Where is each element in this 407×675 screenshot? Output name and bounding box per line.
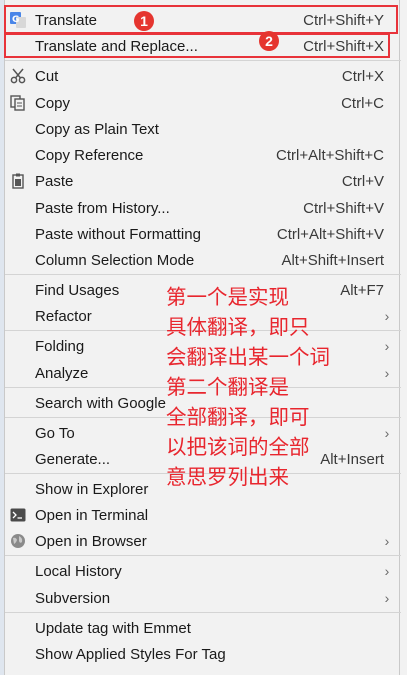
menu-item-show-applied-styles-for-tag[interactable]: Show Applied Styles For Tag (5, 641, 401, 667)
annotation-line: 意思罗列出来 (166, 465, 289, 489)
menu-item-label: Column Selection Mode (35, 251, 195, 269)
annotation-line: 会翻译出某一个词 (166, 345, 330, 369)
menu-item-label: Go To (35, 424, 75, 442)
menu-item-label: Cut (35, 67, 59, 85)
menu-item-copy-as-plain-text[interactable]: Copy as Plain Text (5, 116, 401, 142)
menu-item-cut[interactable]: Cut Ctrl+X (5, 63, 401, 89)
menu-item-paste[interactable]: Paste Ctrl+V (5, 168, 401, 194)
menu-item-label: Paste from History... (35, 199, 170, 217)
terminal-icon (10, 507, 26, 523)
highlight-box-translate-and-replace (4, 33, 390, 58)
chevron-right-icon: › (384, 533, 390, 549)
annotation-line: 全部翻译，即可 (166, 405, 310, 429)
chevron-right-icon: › (384, 425, 390, 441)
menu-item-label: Find Usages (35, 281, 120, 299)
menu-item-label: Analyze (35, 364, 89, 382)
clipboard-icon (10, 173, 26, 189)
menu-item-label: Copy Reference (35, 146, 144, 164)
menu-item-label: Open in Browser (35, 532, 147, 550)
menu-item-column-selection-mode[interactable]: Column Selection Mode Alt+Shift+Insert (5, 247, 401, 273)
menu-item-open-in-browser[interactable]: Open in Browser › (5, 528, 401, 554)
annotation-line: 第二个翻译是 (166, 375, 289, 399)
menu-item-label: Local History (35, 562, 122, 580)
menu-item-label: Paste without Formatting (35, 225, 201, 243)
menu-item-paste-without-formatting[interactable]: Paste without Formatting Ctrl+Alt+Shift+… (5, 221, 401, 247)
menu-item-label: Folding (35, 337, 85, 355)
menu-item-shortcut: Ctrl+Alt+Shift+V (276, 225, 384, 243)
menu-item-label: Show in Explorer (35, 480, 149, 498)
highlight-box-translate (4, 5, 398, 34)
menu-item-label: Copy (35, 94, 71, 112)
menu-separator (5, 612, 401, 613)
menu-item-label: Refactor (35, 307, 92, 325)
menu-item-label: Update tag with Emmet (35, 619, 191, 637)
annotation-line: 具体翻译，即只 (166, 315, 310, 339)
menu-item-update-tag-with-emmet[interactable]: Update tag with Emmet (5, 615, 401, 641)
menu-item-subversion[interactable]: Subversion › (5, 585, 401, 611)
menu-item-label: Subversion (35, 589, 111, 607)
menu-item-label: Search with Google (35, 394, 166, 412)
scissors-icon (10, 68, 26, 84)
menu-item-shortcut: Ctrl+Alt+Shift+C (276, 146, 384, 164)
copy-icon (10, 95, 26, 111)
menu-item-shortcut: Alt+Shift+Insert (281, 251, 384, 269)
menu-item-label: Generate... (35, 450, 111, 468)
menu-item-shortcut: Ctrl+Shift+V (303, 199, 384, 217)
chevron-right-icon: › (384, 338, 390, 354)
menu-item-shortcut: Ctrl+X (341, 67, 384, 85)
menu-item-open-in-terminal[interactable]: Open in Terminal (5, 502, 401, 528)
menu-item-shortcut: Ctrl+V (341, 172, 384, 190)
chevron-right-icon: › (384, 365, 390, 381)
chevron-right-icon: › (384, 308, 390, 324)
menu-item-shortcut: Ctrl+C (341, 94, 384, 112)
annotation-line: 第一个是实现 (166, 285, 289, 309)
annotation-badge-2: 2 (259, 31, 279, 51)
chevron-right-icon: › (384, 563, 390, 579)
chevron-right-icon: › (384, 590, 390, 606)
menu-item-label: Copy as Plain Text (35, 120, 159, 138)
menu-separator (5, 274, 401, 275)
menu-item-label: Open in Terminal (35, 506, 149, 524)
menu-item-label: Paste (35, 172, 74, 190)
menu-item-local-history[interactable]: Local History › (5, 558, 401, 584)
annotation-text: 第一个是实现 具体翻译，即只 会翻译出某一个词 第二个翻译是 全部翻译，即可 以… (166, 282, 372, 492)
menu-item-label: Show Applied Styles For Tag (35, 645, 226, 663)
menu-item-copy[interactable]: Copy Ctrl+C (5, 90, 401, 116)
menu-item-copy-reference[interactable]: Copy Reference Ctrl+Alt+Shift+C (5, 142, 401, 168)
menu-item-paste-from-history[interactable]: Paste from History... Ctrl+Shift+V (5, 195, 401, 221)
globe-icon (10, 533, 26, 549)
annotation-badge-1: 1 (134, 11, 154, 31)
annotation-line: 以把该词的全部 (166, 435, 310, 459)
menu-separator (5, 60, 401, 61)
menu-separator (5, 555, 401, 556)
